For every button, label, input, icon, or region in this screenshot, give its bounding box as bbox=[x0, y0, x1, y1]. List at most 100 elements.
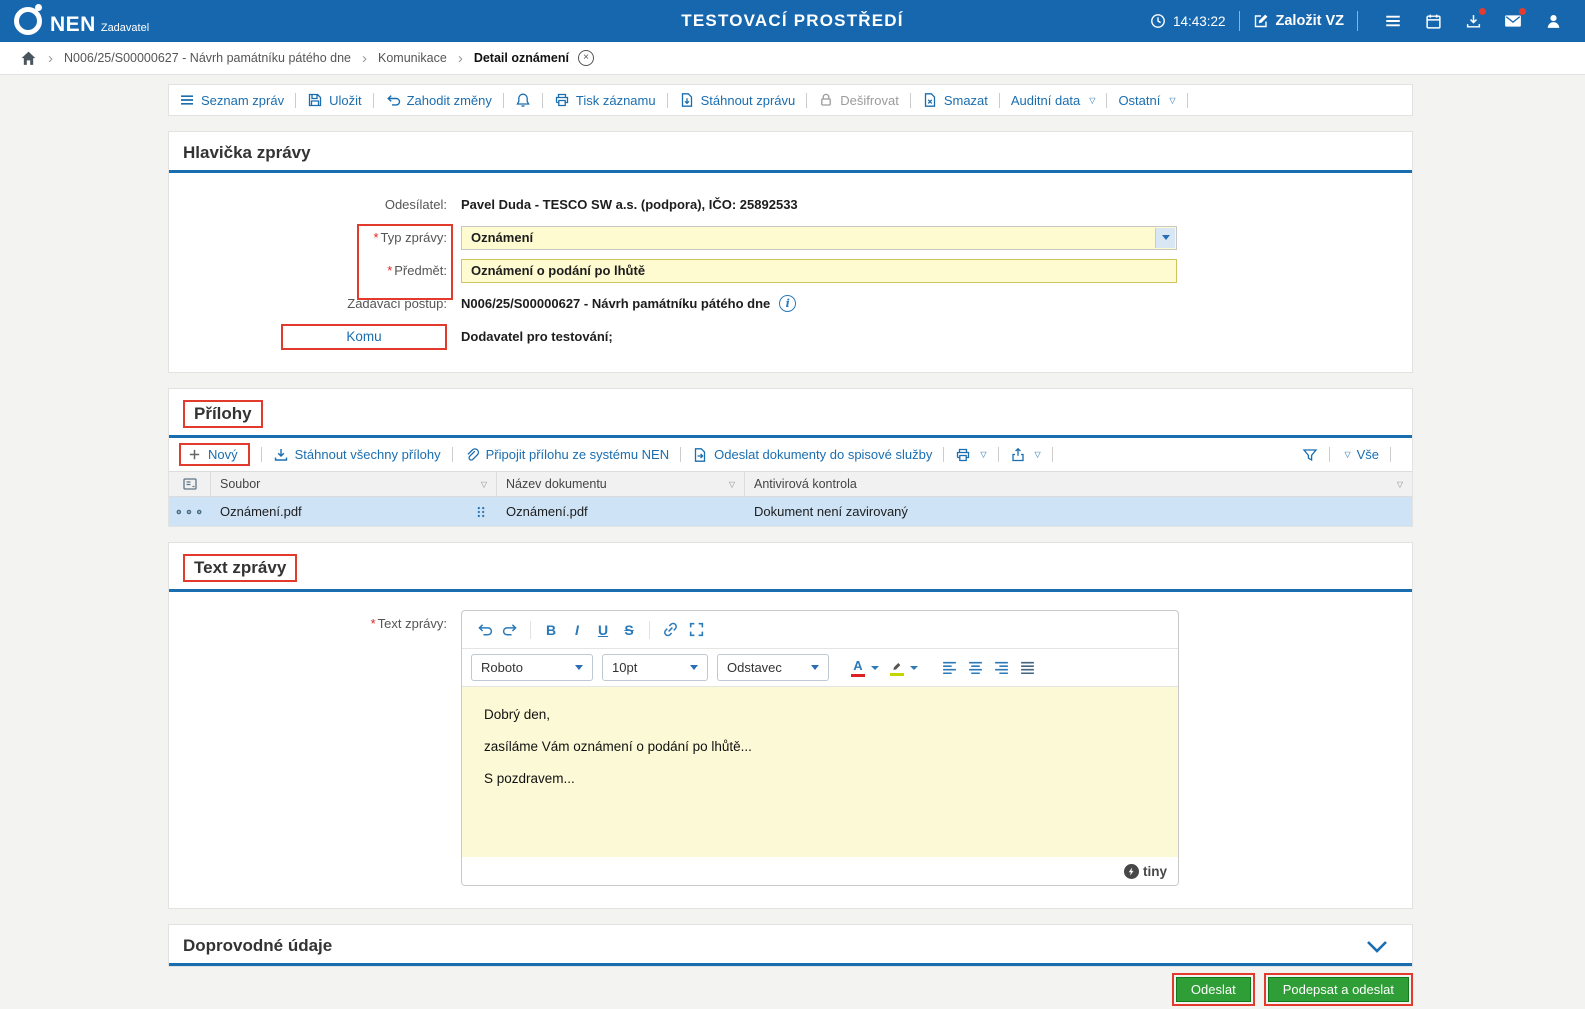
ostatni-button[interactable]: Ostatní ▽ bbox=[1118, 93, 1175, 108]
font-family-select[interactable]: Roboto bbox=[471, 654, 593, 681]
smazat-label: Smazat bbox=[943, 92, 988, 108]
smazat-button[interactable]: Smazat bbox=[922, 92, 988, 108]
undo-button[interactable] bbox=[471, 617, 497, 643]
breadcrumb-item-komunikace[interactable]: Komunikace bbox=[378, 51, 447, 65]
editor-paragraph: Dobrý den, bbox=[484, 707, 551, 722]
row-actions-column-header[interactable] bbox=[169, 472, 211, 496]
hamburger-icon bbox=[1384, 12, 1402, 30]
column-header-nazev[interactable]: Název dokumentu ▽ bbox=[497, 472, 745, 496]
home-button[interactable] bbox=[20, 50, 37, 67]
block-format-select[interactable]: Odstavec bbox=[717, 654, 829, 681]
filter-triangle-icon[interactable]: ▽ bbox=[729, 480, 735, 489]
bold-button[interactable]: B bbox=[538, 617, 564, 643]
filter-triangle-icon[interactable]: ▽ bbox=[481, 480, 487, 489]
typ-zpravy-value: Oznámení bbox=[471, 230, 534, 245]
redo-button[interactable] bbox=[497, 617, 523, 643]
tiny-brand-label[interactable]: tiny bbox=[1143, 864, 1167, 879]
column-header-soubor[interactable]: Soubor ▽ bbox=[211, 472, 497, 496]
komu-button[interactable]: Komu bbox=[281, 323, 447, 350]
insert-link-button[interactable] bbox=[657, 617, 683, 643]
row-menu-button[interactable]: ∘∘∘ bbox=[169, 497, 211, 526]
align-justify-button[interactable] bbox=[1014, 655, 1040, 681]
predmet-value: Oznámení o podání po lhůtě bbox=[471, 263, 646, 278]
pripojit-prilohu-button[interactable]: Připojit přílohu ze systému NEN bbox=[464, 447, 669, 463]
attachment-row[interactable]: ∘∘∘ Oznámení.pdf Oznámení.pdf Dokument n… bbox=[169, 497, 1412, 526]
strikethrough-button[interactable]: S bbox=[616, 617, 642, 643]
tisk-zaznamu-label: Tisk záznamu bbox=[575, 92, 656, 108]
font-size-value: 10pt bbox=[612, 660, 638, 675]
highlight-color-dropdown[interactable] bbox=[910, 665, 918, 670]
underline-button[interactable]: U bbox=[590, 617, 616, 643]
main-menu-button[interactable] bbox=[1375, 6, 1411, 36]
breadcrumb-item-current: Detail oznámení bbox=[473, 51, 569, 65]
export-attachments-button[interactable]: ▽ bbox=[1010, 447, 1041, 463]
drag-handle-icon[interactable] bbox=[474, 504, 488, 520]
novy-button[interactable]: Nový bbox=[179, 443, 250, 466]
seznam-zprav-button[interactable]: Seznam zpráv bbox=[179, 92, 284, 108]
calendar-button[interactable] bbox=[1415, 6, 1451, 36]
odesilatel-value: Pavel Duda - TESCO SW a.s. (podpora), IČ… bbox=[461, 197, 798, 212]
annotation-box-podepsat: Podepsat a odeslat bbox=[1263, 973, 1413, 1006]
auditni-data-button[interactable]: Auditní data ▽ bbox=[1011, 93, 1096, 108]
required-mark: * bbox=[387, 263, 393, 278]
fullscreen-button[interactable] bbox=[683, 617, 709, 643]
lock-icon bbox=[818, 92, 834, 108]
desifrovat-button: Dešifrovat bbox=[818, 92, 899, 108]
vse-filter-button[interactable]: ▽ Vše bbox=[1341, 447, 1379, 462]
expand-section-button[interactable] bbox=[1366, 940, 1388, 953]
zahodit-zmeny-button[interactable]: Zahodit změny bbox=[385, 92, 492, 108]
editor-content[interactable]: Dobrý den, zasíláme Vám oznámení o podán… bbox=[462, 687, 1178, 857]
dropdown-triangle-icon: ▽ bbox=[1034, 450, 1041, 459]
profile-button[interactable] bbox=[1535, 6, 1571, 36]
info-icon[interactable]: i bbox=[779, 295, 797, 312]
odeslat-button[interactable]: Odeslat bbox=[1175, 977, 1251, 1002]
bell-icon bbox=[515, 92, 531, 108]
vse-label: Vše bbox=[1356, 447, 1379, 462]
download-tray-icon bbox=[1465, 13, 1482, 30]
notification-badge bbox=[1519, 8, 1526, 15]
dropdown-triangle-icon: ▽ bbox=[1344, 450, 1351, 459]
zadavaci-postup-label: Zadávací postup: bbox=[347, 296, 447, 311]
breadcrumb-separator: › bbox=[48, 49, 53, 67]
align-center-button[interactable] bbox=[962, 655, 988, 681]
nen-brand[interactable]: NEN Zadavatel bbox=[14, 4, 150, 35]
notifications-button[interactable] bbox=[515, 92, 531, 108]
stahnout-zpravu-button[interactable]: Stáhnout zprávu bbox=[679, 92, 795, 108]
align-right-button[interactable] bbox=[988, 655, 1014, 681]
ulozit-button[interactable]: Uložit bbox=[307, 92, 362, 108]
divider bbox=[372, 92, 374, 108]
attachments-card: Přílohy Nový Stáhnout všechny přílohy Př… bbox=[168, 388, 1413, 527]
text-color-button[interactable]: BA bbox=[848, 659, 868, 677]
italic-button[interactable]: I bbox=[564, 617, 590, 643]
tisk-zaznamu-button[interactable]: Tisk záznamu bbox=[554, 92, 656, 108]
filter-button[interactable] bbox=[1302, 447, 1318, 463]
divider bbox=[260, 447, 262, 462]
save-icon bbox=[307, 92, 323, 108]
filter-triangle-icon[interactable]: ▽ bbox=[1397, 480, 1403, 489]
column-label: Název dokumentu bbox=[506, 477, 607, 491]
podepsat-a-odeslat-button[interactable]: Podepsat a odeslat bbox=[1267, 977, 1409, 1002]
messages-button[interactable] bbox=[1495, 6, 1531, 36]
odeslat-do-spisove-sluzby-button[interactable]: Odeslat dokumenty do spisové služby bbox=[692, 447, 932, 463]
stahnout-vsechny-prilohy-button[interactable]: Stáhnout všechny přílohy bbox=[273, 447, 441, 463]
print-attachments-button[interactable]: ▽ bbox=[955, 447, 987, 463]
brand-role: Zadavatel bbox=[100, 22, 150, 34]
text-color-dropdown[interactable] bbox=[871, 665, 879, 670]
odesilatel-label: Odesílatel: bbox=[384, 197, 447, 212]
align-left-button[interactable] bbox=[936, 655, 962, 681]
highlight-color-button[interactable] bbox=[887, 660, 907, 676]
create-vz-button[interactable]: Založit VZ bbox=[1253, 13, 1344, 29]
breadcrumb-item-procedure[interactable]: N006/25/S00000627 - Návrh památníku páté… bbox=[64, 51, 351, 65]
dropdown-triangle-icon: ▽ bbox=[1089, 95, 1096, 105]
editor-toolbar-row1: B I U S bbox=[462, 611, 1178, 649]
typ-zpravy-select[interactable]: Oznámení bbox=[461, 225, 1177, 250]
font-size-select[interactable]: 10pt bbox=[602, 654, 708, 681]
envelope-icon bbox=[1504, 12, 1522, 30]
close-tab-icon[interactable]: × bbox=[577, 50, 594, 66]
predmet-input[interactable]: Oznámení o podání po lhůtě bbox=[461, 258, 1177, 283]
form-row-text-zpravy: * Text zprávy: B I U S Roboto 10pt Odsta… bbox=[169, 610, 1412, 886]
downloads-button[interactable] bbox=[1455, 6, 1491, 36]
column-header-antivir[interactable]: Antivirová kontrola ▽ bbox=[745, 472, 1412, 496]
divider bbox=[998, 92, 1000, 108]
select-dropdown-button[interactable] bbox=[1155, 227, 1175, 248]
